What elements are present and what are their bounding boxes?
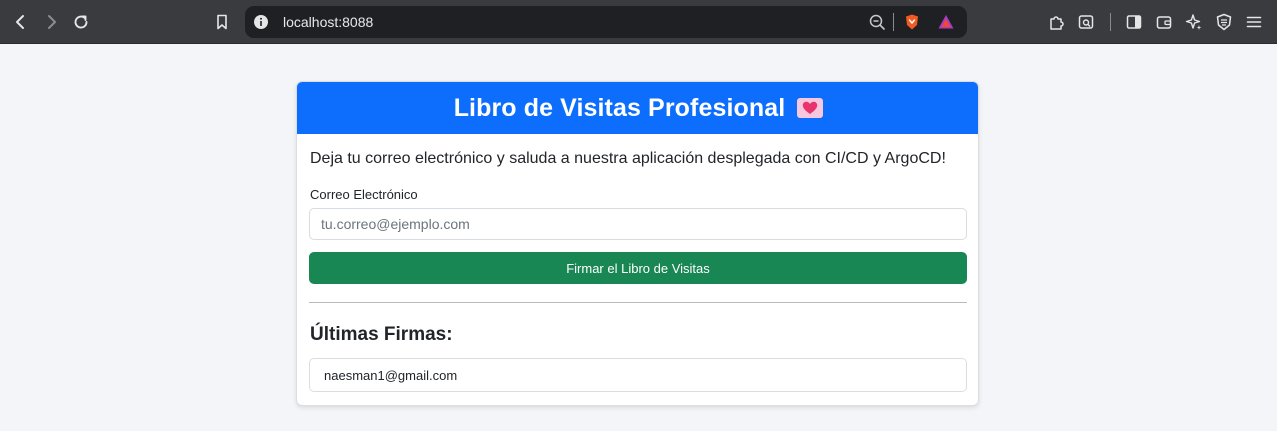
toolbar-separator — [1110, 13, 1111, 31]
address-bar[interactable]: localhost:8088 — [245, 6, 967, 38]
address-separator — [893, 13, 894, 31]
url-text[interactable]: localhost:8088 — [283, 14, 373, 30]
guestbook-card: Libro de Visitas Profesional Deja tu cor… — [296, 81, 979, 406]
heart-icon — [797, 98, 824, 118]
page-title: Libro de Visitas Profesional — [453, 93, 786, 122]
menu-icon[interactable] — [1239, 7, 1269, 37]
intro-text: Deja tu correo electrónico y saluda a nu… — [310, 150, 946, 167]
zoom-icon[interactable] — [868, 13, 886, 31]
brave-rewards-icon[interactable] — [937, 13, 955, 31]
email-field[interactable] — [309, 208, 967, 240]
brave-shield-icon[interactable] — [903, 13, 921, 31]
vpn-icon[interactable] — [1209, 7, 1239, 37]
browser-toolbar: localhost:8088 — [0, 0, 1277, 44]
sign-guestbook-button[interactable]: Firmar el Libro de Visitas — [309, 252, 967, 284]
signature-list-item: naesman1@gmail.com — [309, 358, 967, 392]
back-icon[interactable] — [6, 7, 36, 37]
sidebar-icon[interactable] — [1119, 7, 1149, 37]
signatures-title: Últimas Firmas: — [310, 324, 453, 345]
wallet-icon[interactable] — [1149, 7, 1179, 37]
divider — [309, 302, 967, 303]
screenshot-icon[interactable] — [1071, 7, 1101, 37]
card-header: Libro de Visitas Profesional — [297, 82, 978, 134]
bookmark-icon[interactable] — [207, 7, 237, 37]
forward-icon[interactable] — [36, 7, 66, 37]
extensions-icon[interactable] — [1042, 7, 1072, 37]
leo-ai-icon[interactable] — [1179, 7, 1209, 37]
email-label: Correo Electrónico — [310, 187, 418, 202]
site-info-icon[interactable] — [253, 14, 269, 30]
reload-icon[interactable] — [66, 7, 96, 37]
